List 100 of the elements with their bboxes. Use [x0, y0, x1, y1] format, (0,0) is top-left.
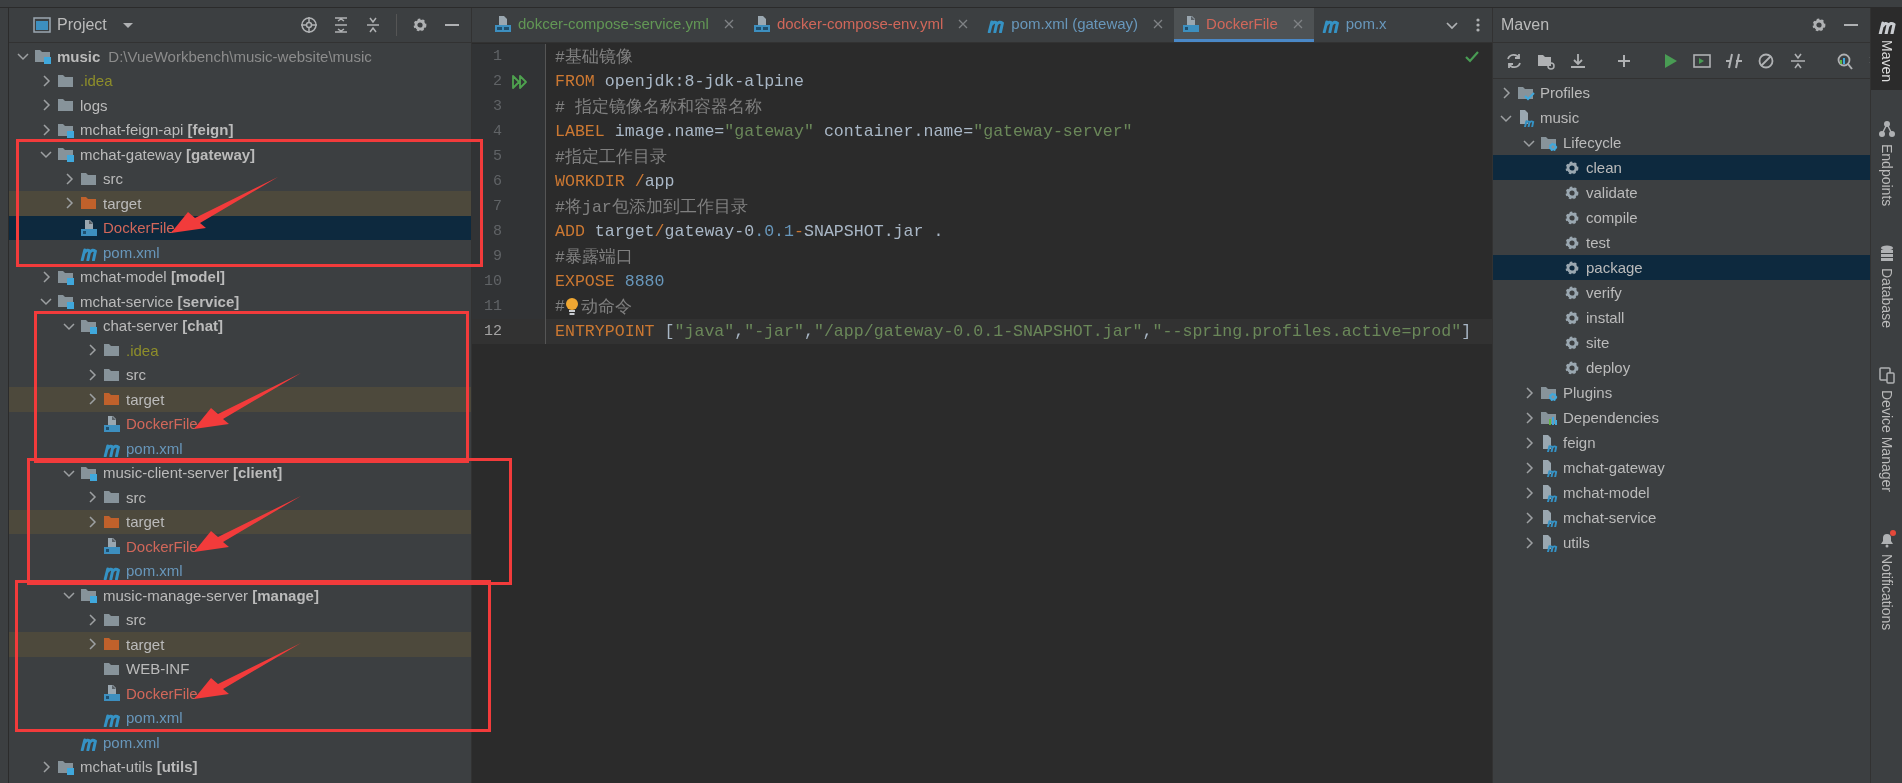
tree-label[interactable]: pom.xml	[103, 243, 160, 261]
tree-row[interactable]: .idea	[9, 68, 471, 93]
tool-window-tab[interactable]: Endpoints	[1871, 112, 1902, 215]
tree-row[interactable]: .idea	[9, 338, 471, 363]
tree-label[interactable]: package	[1586, 259, 1643, 276]
expand-all-icon[interactable]	[332, 16, 350, 34]
tree-row[interactable]: music-client-server [client]	[9, 460, 471, 485]
tree-row[interactable]: src	[9, 166, 471, 191]
tree-row[interactable]: mchat-gateway [gateway]	[9, 142, 471, 167]
tree-label[interactable]: feign	[1563, 434, 1596, 451]
tree-row[interactable]: Dependencies	[1493, 405, 1870, 430]
tree-label[interactable]: DockerFile	[126, 684, 198, 702]
lightbulb-icon[interactable]	[564, 296, 579, 317]
tree-label[interactable]: pom.xml	[126, 562, 183, 580]
tree-row[interactable]: DockerFile	[9, 411, 471, 436]
tree-label[interactable]: mchat-gateway [gateway]	[80, 145, 256, 163]
tree-label[interactable]: music-client-server [client]	[103, 464, 283, 482]
collapse-all-icon[interactable]	[1789, 51, 1807, 70]
tree-row[interactable]: mchat-service [service]	[9, 289, 471, 314]
tree-row[interactable]: site	[1493, 330, 1870, 355]
tree-row[interactable]: target	[9, 191, 471, 216]
tree-row[interactable]: music-manage-server [manage]	[9, 583, 471, 608]
tree-row[interactable]: target	[9, 387, 471, 412]
tree-label[interactable]: target	[126, 513, 165, 531]
tree-row[interactable]: feign	[1493, 430, 1870, 455]
collapse-all-icon[interactable]	[364, 16, 382, 34]
tree-row[interactable]: src	[9, 607, 471, 632]
tree-label[interactable]: pom.xml	[126, 439, 183, 457]
tree-label[interactable]: Plugins	[1563, 384, 1613, 401]
tree-row[interactable]: Plugins	[1493, 380, 1870, 405]
tree-label[interactable]: Dependencies	[1563, 409, 1659, 426]
more-icon[interactable]	[1474, 17, 1482, 33]
tree-label[interactable]: pom.xml	[126, 709, 183, 727]
tree-row[interactable]: mchat-utils [utils]	[9, 754, 471, 779]
tree-row[interactable]: music	[1493, 105, 1870, 130]
tree-row[interactable]: mchat-model	[1493, 480, 1870, 505]
tree-label[interactable]: mchat-model	[1563, 484, 1650, 501]
tree-row[interactable]: Profiles	[1493, 80, 1870, 105]
tree-label[interactable]: DockerFile	[126, 415, 198, 433]
editor-tab[interactable]: pom.x	[1313, 8, 1397, 42]
tree-label[interactable]: install	[1586, 309, 1625, 326]
tree-row[interactable]: mchat-feign-api [feign]	[9, 117, 471, 142]
tree-label[interactable]: src	[103, 170, 123, 188]
tree-label[interactable]: target	[126, 635, 165, 653]
download-icon[interactable]	[1569, 51, 1587, 70]
tree-row[interactable]: pom.xml	[9, 240, 471, 265]
tool-window-tab[interactable]: Notifications	[1871, 522, 1902, 639]
close-icon[interactable]	[1152, 17, 1165, 30]
tree-label[interactable]: src	[126, 366, 146, 384]
tree-row[interactable]: DockerFile	[9, 534, 471, 559]
tree-row[interactable]: package	[1493, 255, 1870, 280]
tree-row[interactable]: pom.xml	[9, 558, 471, 583]
tree-row[interactable]: music D:\VueWorkbench\music-website\music	[9, 44, 471, 69]
tree-label[interactable]: .idea	[80, 72, 113, 90]
tree-row[interactable]: pom.xml	[9, 705, 471, 730]
panel-title[interactable]: Project	[57, 16, 107, 34]
settings-icon[interactable]	[1810, 16, 1828, 34]
tree-row[interactable]: WEB-INF	[9, 656, 471, 681]
tree-label[interactable]: mchat-model [model]	[80, 268, 226, 286]
tree-label[interactable]: utils	[1563, 534, 1590, 551]
tree-row[interactable]: validate	[1493, 180, 1870, 205]
toggle-offline-icon[interactable]	[1725, 51, 1743, 70]
tree-label[interactable]: src	[126, 488, 146, 506]
tree-row[interactable]: DockerFile	[9, 681, 471, 706]
close-icon[interactable]	[957, 17, 970, 30]
tree-label[interactable]: chat-server [chat]	[103, 317, 224, 335]
tree-label[interactable]: validate	[1586, 184, 1638, 201]
tree-label[interactable]: music-manage-server [manage]	[103, 586, 319, 604]
tree-row[interactable]: verify	[1493, 280, 1870, 305]
tree-label[interactable]: DockerFile	[103, 219, 175, 237]
tree-row[interactable]: target	[9, 632, 471, 657]
tool-window-tab[interactable]: Device Manager	[1871, 358, 1902, 501]
tree-row[interactable]: pom.xml	[9, 436, 471, 461]
tree-label[interactable]: DockerFile	[126, 537, 198, 555]
settings-icon[interactable]	[411, 16, 429, 34]
tree-label[interactable]: music	[1540, 109, 1580, 126]
analyze-icon[interactable]	[1835, 51, 1853, 70]
tree-label[interactable]: site	[1586, 334, 1610, 351]
terminal-icon[interactable]	[1693, 51, 1711, 70]
tree-row[interactable]: pom.xml	[9, 730, 471, 755]
tree-row[interactable]: mchat-model [model]	[9, 264, 471, 289]
tree-label[interactable]: test	[1586, 234, 1611, 251]
tree-label[interactable]: mchat-utils [utils]	[80, 758, 198, 776]
tree-label[interactable]: Lifecycle	[1563, 134, 1622, 151]
tree-label[interactable]: compile	[1586, 209, 1638, 226]
tree-row[interactable]: deploy	[1493, 355, 1870, 380]
skip-icon[interactable]	[1757, 51, 1775, 70]
reload-icon[interactable]	[1505, 51, 1523, 70]
tree-label[interactable]: target	[126, 390, 165, 408]
locate-icon[interactable]	[300, 16, 318, 34]
tree-row[interactable]: logs	[9, 93, 471, 118]
tool-window-tab[interactable]: Database	[1871, 236, 1902, 337]
tree-label[interactable]: target	[103, 194, 142, 212]
tool-window-tab[interactable]: Maven	[1871, 8, 1902, 91]
editor-tab[interactable]: pom.xml (gateway)	[979, 8, 1175, 42]
tree-label[interactable]: mchat-service	[1563, 509, 1657, 526]
tree-row[interactable]: mchat-gateway	[1493, 455, 1870, 480]
tree-label[interactable]: mchat-service [service]	[80, 292, 240, 310]
tree-row[interactable]: mchat-service	[1493, 505, 1870, 530]
tree-row[interactable]: target	[9, 509, 471, 534]
